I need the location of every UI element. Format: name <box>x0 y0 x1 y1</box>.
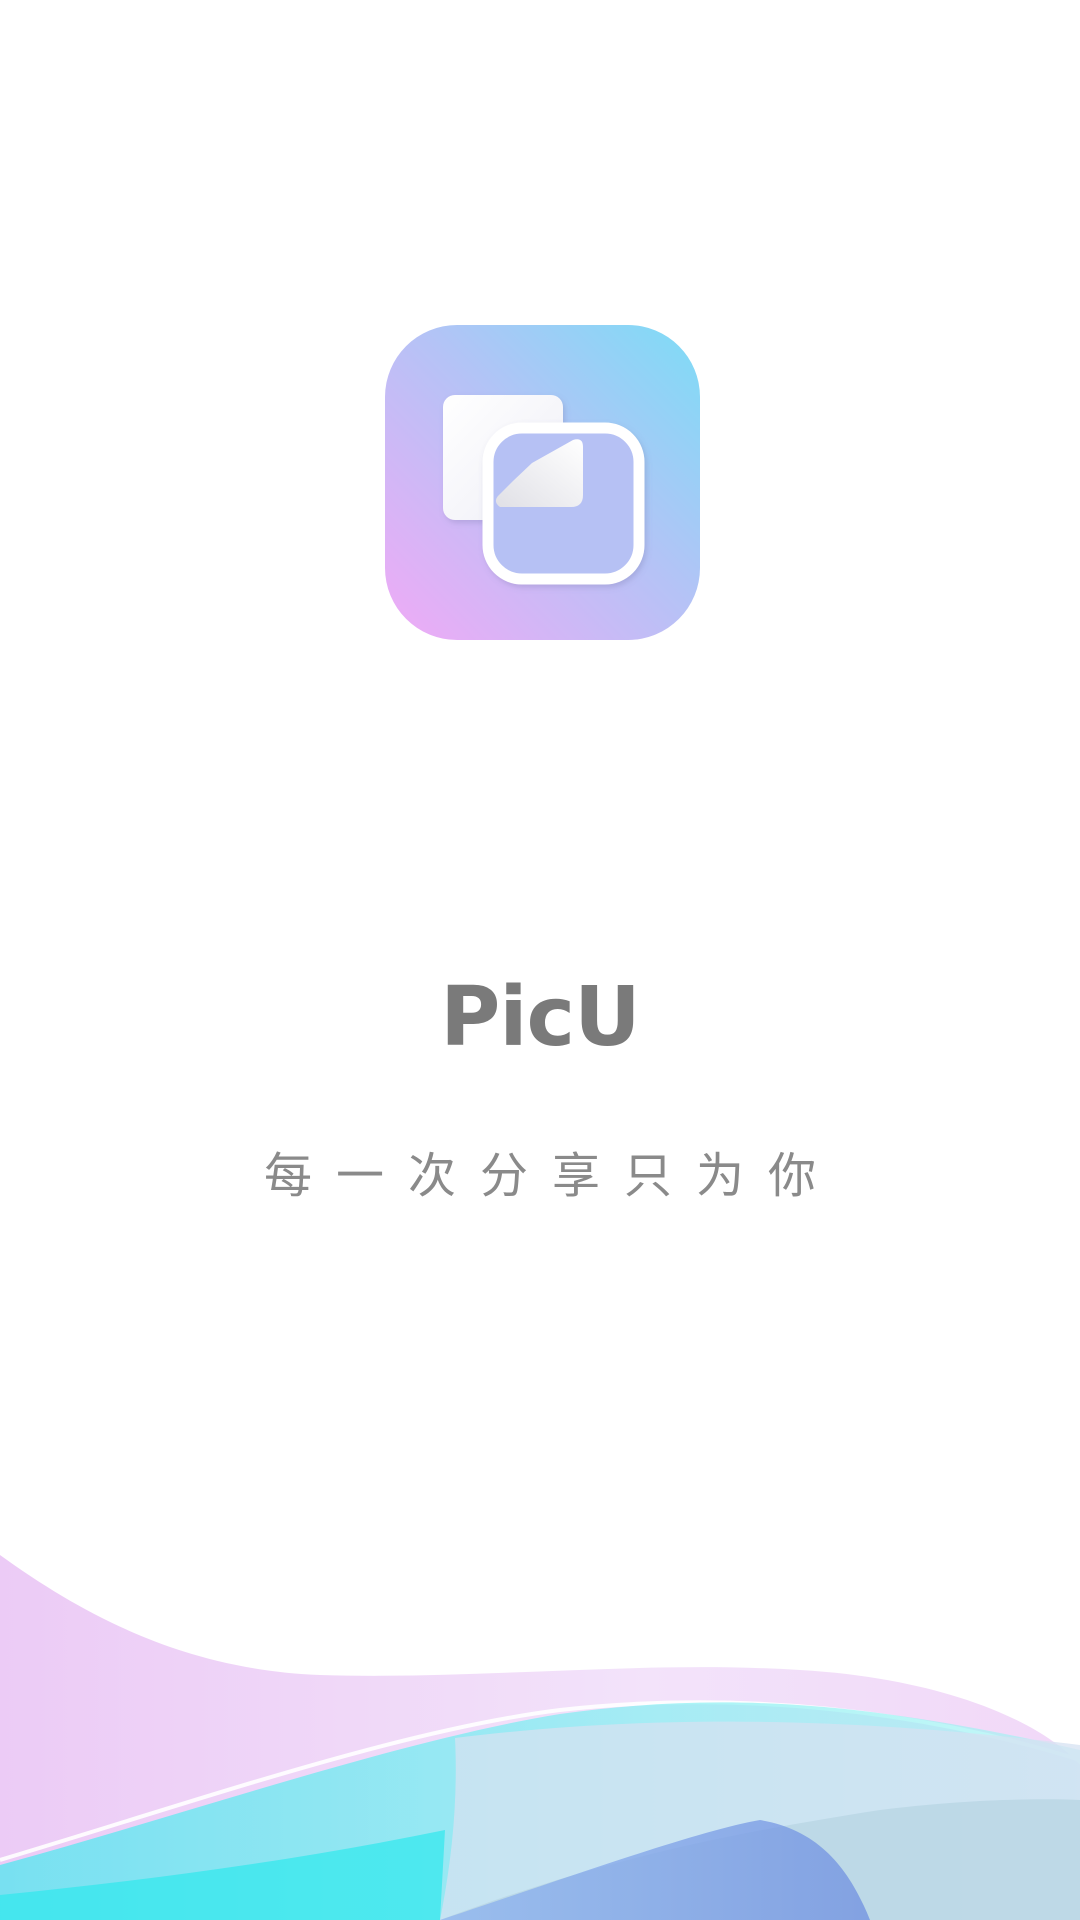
splash-screen: PicU 每一次分享只为你 <box>0 0 1080 1920</box>
app-tagline: 每一次分享只为你 <box>263 1148 840 1204</box>
app-name: PicU <box>440 970 640 1065</box>
picu-app-icon <box>385 325 700 640</box>
decorative-waves <box>0 1555 1080 1920</box>
